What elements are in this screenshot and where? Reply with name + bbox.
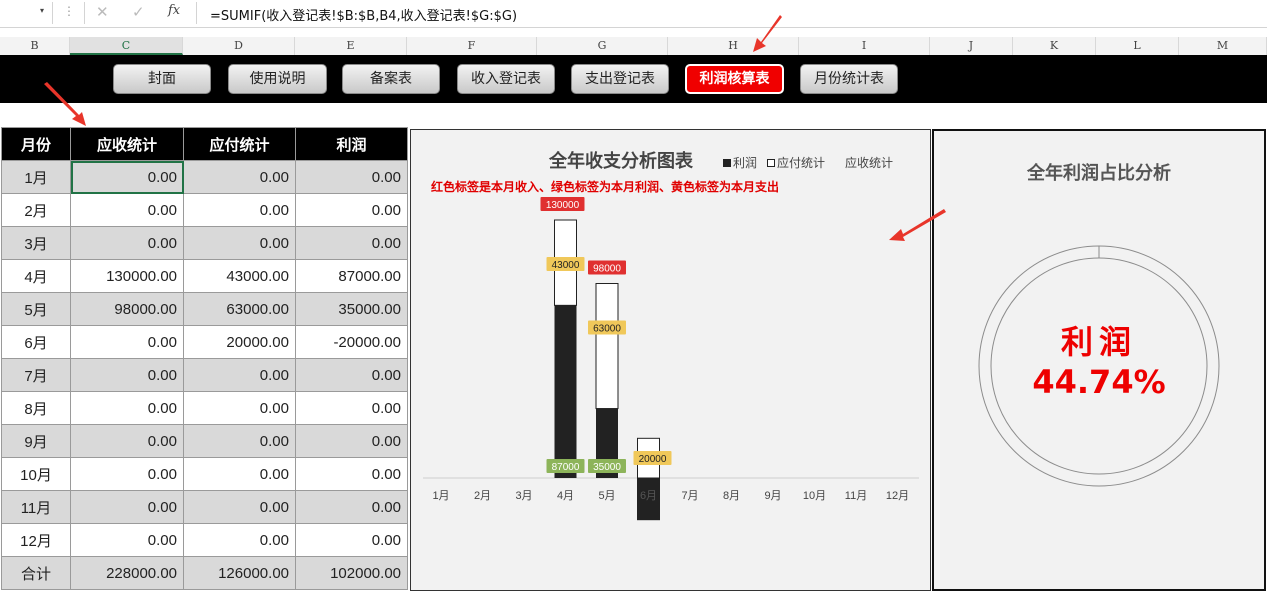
arrow-icon xyxy=(753,15,782,52)
annotation-arrows xyxy=(44,15,946,241)
arrow-icon xyxy=(44,82,86,126)
arrow-icon xyxy=(889,209,946,241)
